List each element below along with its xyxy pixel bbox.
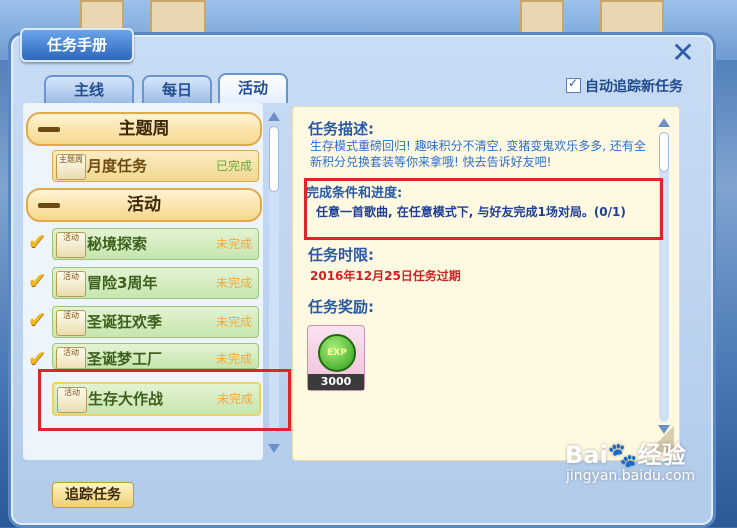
highlight-box-condition bbox=[304, 178, 663, 240]
background-tower bbox=[150, 0, 206, 36]
background-tower bbox=[600, 0, 664, 36]
collapse-icon bbox=[38, 127, 60, 132]
list-item-name: 圣诞狂欢季 bbox=[87, 313, 163, 331]
exp-icon: EXP bbox=[318, 334, 356, 372]
activity-icon: 活动 bbox=[56, 310, 86, 336]
category-header-theme-week[interactable]: 主题周 bbox=[26, 112, 262, 146]
description-title: 任务描述: bbox=[308, 120, 374, 138]
list-item-christmas-dream-factory[interactable]: 活动 圣诞梦工厂 未完成 bbox=[52, 343, 259, 369]
category-label: 活动 bbox=[127, 195, 161, 215]
list-item-christmas-carnival[interactable]: 活动 圣诞狂欢季 未完成 bbox=[52, 306, 259, 338]
category-label: 主题周 bbox=[118, 119, 170, 139]
list-scroll-thumb[interactable] bbox=[269, 126, 279, 192]
activity-icon: 活动 bbox=[56, 347, 86, 368]
list-item-secret-exploration[interactable]: 活动 秘境探索 未完成 bbox=[52, 228, 259, 260]
list-item-adventure-3rd-anniversary[interactable]: 活动 冒险3周年 未完成 bbox=[52, 267, 259, 299]
close-icon[interactable]: ✕ bbox=[670, 39, 696, 67]
collapse-icon bbox=[38, 203, 60, 208]
reward-title: 任务奖励: bbox=[308, 298, 374, 316]
list-item-status: 未完成 bbox=[215, 276, 252, 290]
tracked-check-icon: ✔ bbox=[28, 269, 47, 294]
detail-scroll-down-icon[interactable] bbox=[658, 425, 670, 434]
list-item-name: 冒险3周年 bbox=[87, 274, 158, 292]
deadline-title: 任务时限: bbox=[308, 246, 374, 264]
auto-track-label: 自动追踪新任务 bbox=[585, 79, 683, 95]
list-item-status: 未完成 bbox=[215, 352, 252, 366]
tracked-check-icon: ✔ bbox=[28, 308, 47, 333]
list-item-name: 月度任务 bbox=[87, 157, 148, 175]
tab-main-line[interactable]: 主线 bbox=[44, 75, 134, 103]
detail-scroll-up-icon[interactable] bbox=[658, 118, 670, 127]
list-scroll-up-icon[interactable] bbox=[268, 112, 280, 121]
detail-scroll-thumb[interactable] bbox=[659, 132, 669, 172]
list-item-name: 秘境探索 bbox=[87, 235, 148, 253]
activity-icon: 活动 bbox=[56, 232, 86, 258]
detail-scrollbar[interactable] bbox=[659, 132, 669, 422]
watermark-logo: Bai🐾经验 bbox=[565, 441, 686, 469]
list-item-monthly-task[interactable]: 主题周 月度任务 已完成 bbox=[52, 150, 259, 182]
theme-week-icon: 主题周 bbox=[56, 154, 86, 180]
list-scroll-down-icon[interactable] bbox=[268, 444, 280, 453]
auto-track-toggle[interactable]: 自动追踪新任务 bbox=[566, 76, 683, 96]
window-title: 任务手册 bbox=[20, 28, 134, 62]
highlight-box-survival-battle bbox=[38, 369, 291, 431]
list-item-status: 未完成 bbox=[215, 315, 252, 329]
tab-daily[interactable]: 每日 bbox=[142, 75, 212, 103]
track-task-button[interactable]: 追踪任务 bbox=[52, 482, 134, 508]
reward-exp-item[interactable]: EXP 3000 bbox=[307, 325, 365, 391]
tracked-check-icon: ✔ bbox=[28, 230, 47, 255]
list-item-status: 未完成 bbox=[215, 237, 252, 251]
description-text: 生存模式重磅回归! 趣味积分不清空, 变猪变鬼欢乐多多, 还有全新积分兑换套装等… bbox=[310, 139, 646, 169]
auto-track-checkbox[interactable] bbox=[566, 76, 581, 93]
activity-icon: 活动 bbox=[56, 271, 86, 297]
watermark-url: jingyan.baidu.com bbox=[566, 468, 696, 484]
background-tower bbox=[520, 0, 564, 36]
list-item-name: 圣诞梦工厂 bbox=[87, 350, 163, 368]
list-item-status: 已完成 bbox=[215, 159, 252, 173]
category-header-activity[interactable]: 活动 bbox=[26, 188, 262, 222]
reward-amount: 3000 bbox=[308, 374, 364, 390]
deadline-text: 2016年12月25日任务过期 bbox=[310, 269, 461, 283]
tab-activity[interactable]: 活动 bbox=[218, 73, 288, 103]
